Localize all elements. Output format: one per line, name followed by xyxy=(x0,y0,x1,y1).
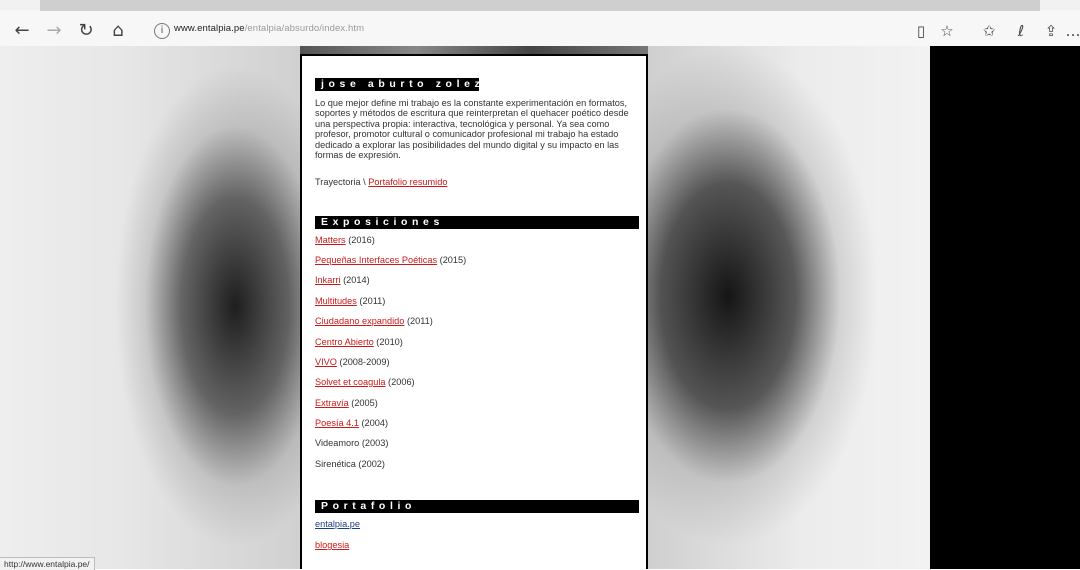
exposiciones-heading: Exposiciones xyxy=(315,216,639,229)
portafolio-resumido-link[interactable]: Portafolio resumido xyxy=(368,177,447,187)
address-bar[interactable]: i www.entalpia.pe/entalpia/absurdo/index… xyxy=(148,21,748,43)
list-item: Extravía (2005) xyxy=(315,398,378,408)
list-item: Sirenética (2002) xyxy=(315,459,385,469)
bio-paragraph: Lo que mejor define mi trabajo es la con… xyxy=(315,98,629,161)
exposicion-year: (2015) xyxy=(437,255,467,265)
url-host: www.entalpia.pe xyxy=(174,23,245,34)
exposicion-link[interactable]: Poesía 4.1 xyxy=(315,418,359,428)
list-item: Inkarri (2014) xyxy=(315,275,370,285)
blogesia-link[interactable]: blogesia xyxy=(315,540,349,550)
trayectoria-label: Trayectoria \ xyxy=(315,177,369,187)
exposicion-year: (2016) xyxy=(345,235,375,245)
background-image-right xyxy=(648,46,930,569)
author-name-heading: jose aburto zolezzi xyxy=(315,78,497,91)
more-icon[interactable]: … xyxy=(1066,20,1080,42)
exposicion-link[interactable]: Multitudes xyxy=(315,296,357,306)
background-image-left xyxy=(0,46,300,569)
exposicion-link[interactable]: Extravía xyxy=(315,398,349,408)
portafolio-heading: Portafolio xyxy=(315,500,639,513)
list-item: Centro Abierto (2010) xyxy=(315,337,403,347)
info-icon[interactable]: i xyxy=(154,23,170,39)
list-item: blogesia xyxy=(315,540,349,550)
list-item: Ciudadano expandido (2011) xyxy=(315,316,433,326)
page-viewport: jose aburto zolezzi Lo que mejor define … xyxy=(0,46,1080,569)
back-icon[interactable]: ← xyxy=(10,18,34,42)
exposicion-year: (2004) xyxy=(358,418,389,428)
exposicion-title: Sirenética xyxy=(315,459,356,469)
list-item: entalpia.pe xyxy=(315,519,360,529)
content-panel: jose aburto zolezzi Lo que mejor define … xyxy=(300,54,648,569)
list-item: Matters (2016) xyxy=(315,235,375,245)
exposicion-link[interactable]: Inkarri xyxy=(315,275,341,285)
exposicion-year: (2005) xyxy=(348,398,378,408)
refresh-icon[interactable]: ↻ xyxy=(74,18,98,42)
exposicion-link[interactable]: Solvet et coagula xyxy=(315,377,386,387)
exposicion-link[interactable]: VIVO xyxy=(315,357,337,367)
list-item: Videamoro (2003) xyxy=(315,438,388,448)
url-text[interactable]: www.entalpia.pe/entalpia/absurdo/index.h… xyxy=(174,23,364,34)
forward-icon[interactable]: → xyxy=(42,18,66,42)
active-tab-bar[interactable] xyxy=(40,0,1040,11)
exposicion-year: (2014) xyxy=(340,275,370,285)
url-path: /entalpia/absurdo/index.htm xyxy=(244,23,365,34)
entalpia-link[interactable]: entalpia.pe xyxy=(315,519,360,529)
favorites-list-icon[interactable]: ✩ xyxy=(978,20,1000,42)
list-item: VIVO (2008-2009) xyxy=(315,357,390,367)
home-icon[interactable]: ⌂ xyxy=(106,18,130,42)
exposicion-link[interactable]: Pequeñas Interfaces Poéticas xyxy=(315,255,437,265)
background-black-panel xyxy=(930,46,1080,569)
status-bar-url: http://www.entalpia.pe/ xyxy=(0,557,95,570)
exposicion-title: Videamoro xyxy=(315,438,360,448)
exposicion-year: (2008-2009) xyxy=(336,357,390,367)
list-item: Multitudes (2011) xyxy=(315,296,385,306)
exposicion-link[interactable]: Matters xyxy=(315,235,346,245)
list-item: Pequeñas Interfaces Poéticas (2015) xyxy=(315,255,466,265)
pen-icon[interactable]: ℓ xyxy=(1010,20,1032,42)
exposicion-year: (2006) xyxy=(385,377,415,387)
share-icon[interactable]: ⇪ xyxy=(1040,20,1062,42)
exposicion-year: (2011) xyxy=(356,296,386,306)
exposicion-year: (2010) xyxy=(373,337,403,347)
exposicion-year: (2003) xyxy=(359,438,389,448)
exposicion-year: (2011) xyxy=(404,316,433,326)
exposicion-link[interactable]: Centro Abierto xyxy=(315,337,374,347)
exposicion-year: (2002) xyxy=(355,459,385,469)
exposicion-link[interactable]: Ciudadano expandido xyxy=(315,316,404,326)
list-item: Poesía 4.1 (2004) xyxy=(315,418,388,428)
favorite-star-icon[interactable]: ☆ xyxy=(936,20,958,42)
browser-toolbar: ← → ↻ ⌂ i www.entalpia.pe/entalpia/absur… xyxy=(0,0,1080,46)
reading-view-icon[interactable]: ▯ xyxy=(910,20,932,42)
list-item: Solvet et coagula (2006) xyxy=(315,377,415,387)
trayectoria-line: Trayectoria \ Portafolio resumido xyxy=(315,177,447,187)
